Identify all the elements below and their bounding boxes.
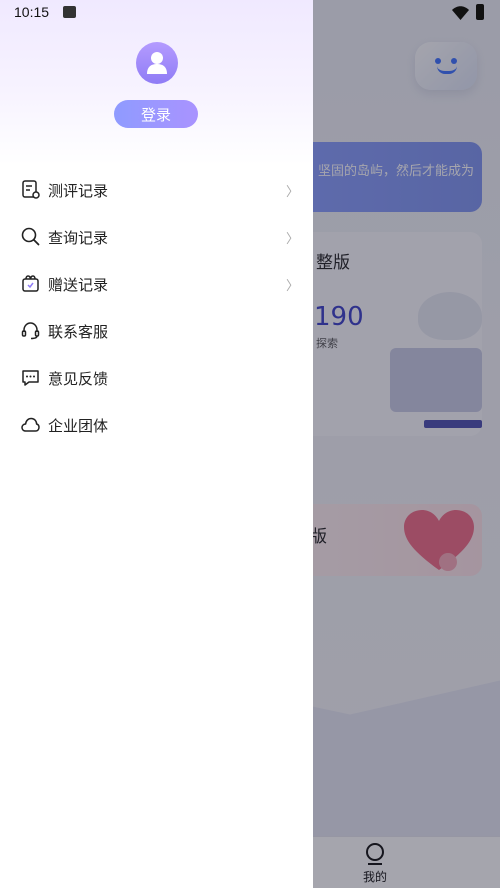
user-icon — [147, 52, 167, 74]
battery-icon — [476, 4, 484, 20]
login-button[interactable]: 登录 — [114, 100, 198, 128]
menu-item-customer-service[interactable]: 联系客服 — [0, 307, 313, 354]
search-icon — [21, 227, 40, 246]
menu-item-enterprise[interactable]: 企业团体 — [0, 401, 313, 448]
wifi-icon — [452, 6, 469, 20]
feedback-icon — [22, 370, 39, 386]
avatar[interactable] — [136, 42, 178, 84]
menu-item-label: 查询记录 — [48, 229, 109, 247]
menu-item-query-records[interactable]: 查询记录 〉 — [0, 213, 313, 260]
menu-item-label: 企业团体 — [48, 417, 109, 435]
status-bar: 10:15 — [0, 0, 500, 26]
chevron-right-icon: 〉 — [286, 232, 300, 247]
menu-item-label: 意见反馈 — [48, 370, 109, 388]
menu-item-assessment-records[interactable]: 测评记录 〉 — [0, 166, 313, 213]
menu-item-label: 联系客服 — [48, 323, 109, 341]
side-drawer: 登录 测评记录 〉 查询记录 〉 赠送记录 〉 联系客服 意见反馈 企业团体 — [0, 0, 313, 888]
cloud-icon — [21, 417, 40, 432]
status-time: 10:15 — [14, 4, 50, 20]
report-icon — [22, 180, 40, 199]
gift-icon — [22, 275, 39, 292]
drawer-menu: 测评记录 〉 查询记录 〉 赠送记录 〉 联系客服 意见反馈 企业团体 — [0, 166, 313, 448]
headset-icon — [21, 322, 40, 340]
photo-notification-icon — [63, 6, 76, 18]
menu-item-feedback[interactable]: 意见反馈 — [0, 354, 313, 401]
chevron-right-icon: 〉 — [286, 185, 300, 200]
chevron-right-icon: 〉 — [286, 279, 300, 294]
menu-item-gift-records[interactable]: 赠送记录 〉 — [0, 260, 313, 307]
menu-item-label: 赠送记录 — [48, 276, 109, 294]
menu-item-label: 测评记录 — [48, 182, 109, 200]
